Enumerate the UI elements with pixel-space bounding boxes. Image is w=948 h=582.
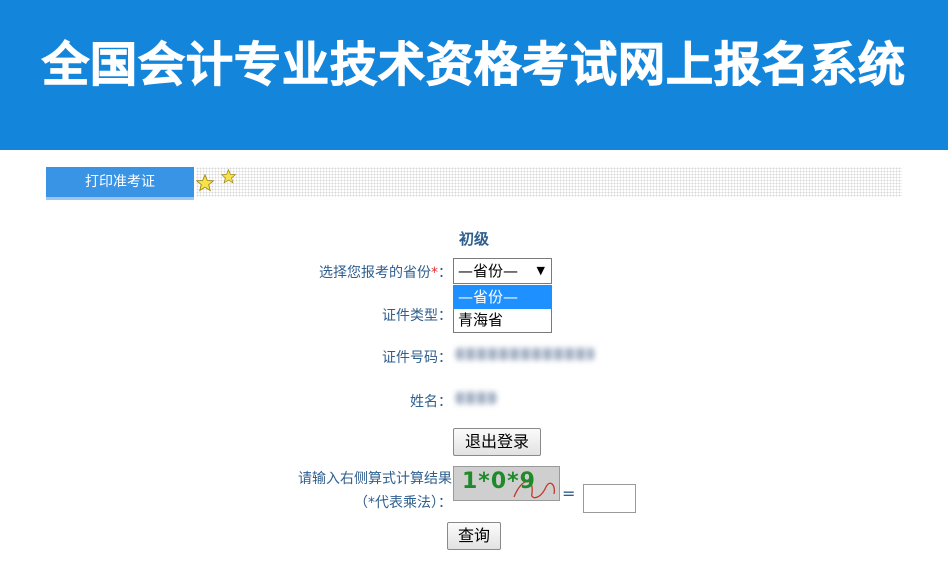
captcha-expression: 1*0*9 [462,469,536,494]
id-type-label: 证件类型： [382,308,452,324]
captcha-label-line2: （*代表乘法）： [354,495,452,511]
logout-button[interactable]: 退出登录 [453,428,541,456]
province-select[interactable]: —省份— ▼ [453,258,552,284]
captcha-image: 1*0*9 [453,466,560,501]
star-icon [196,174,214,192]
star-icon [221,169,236,184]
chevron-down-icon: ▼ [536,264,545,277]
province-option[interactable]: —省份— [454,286,551,309]
system-title: 全国会计专业技术资格考试网上报名系统 [42,38,906,94]
id-number-value-redacted [456,348,594,360]
province-label: 选择您报考的省份*： [319,265,452,281]
name-value-redacted [456,392,496,404]
name-label: 姓名： [410,394,452,410]
province-option[interactable]: 青海省 [454,309,551,332]
province-select-value: —省份— [458,262,519,280]
province-dropdown-list: —省份— 青海省 [453,285,552,333]
tab-print-admission-ticket[interactable]: 打印准考证 [46,167,194,200]
query-button[interactable]: 查询 [447,522,501,550]
tab-strip-background [196,167,902,197]
exam-level-title: 初级 [458,230,489,248]
required-mark: * [431,265,438,281]
id-number-label: 证件号码： [382,350,452,366]
equals-sign: = [562,484,576,503]
captcha-answer-input[interactable] [583,484,636,513]
header-banner: 全国会计专业技术资格考试网上报名系统 [0,0,948,150]
captcha-label-line1: 请输入右侧算式计算结果 [298,471,452,487]
